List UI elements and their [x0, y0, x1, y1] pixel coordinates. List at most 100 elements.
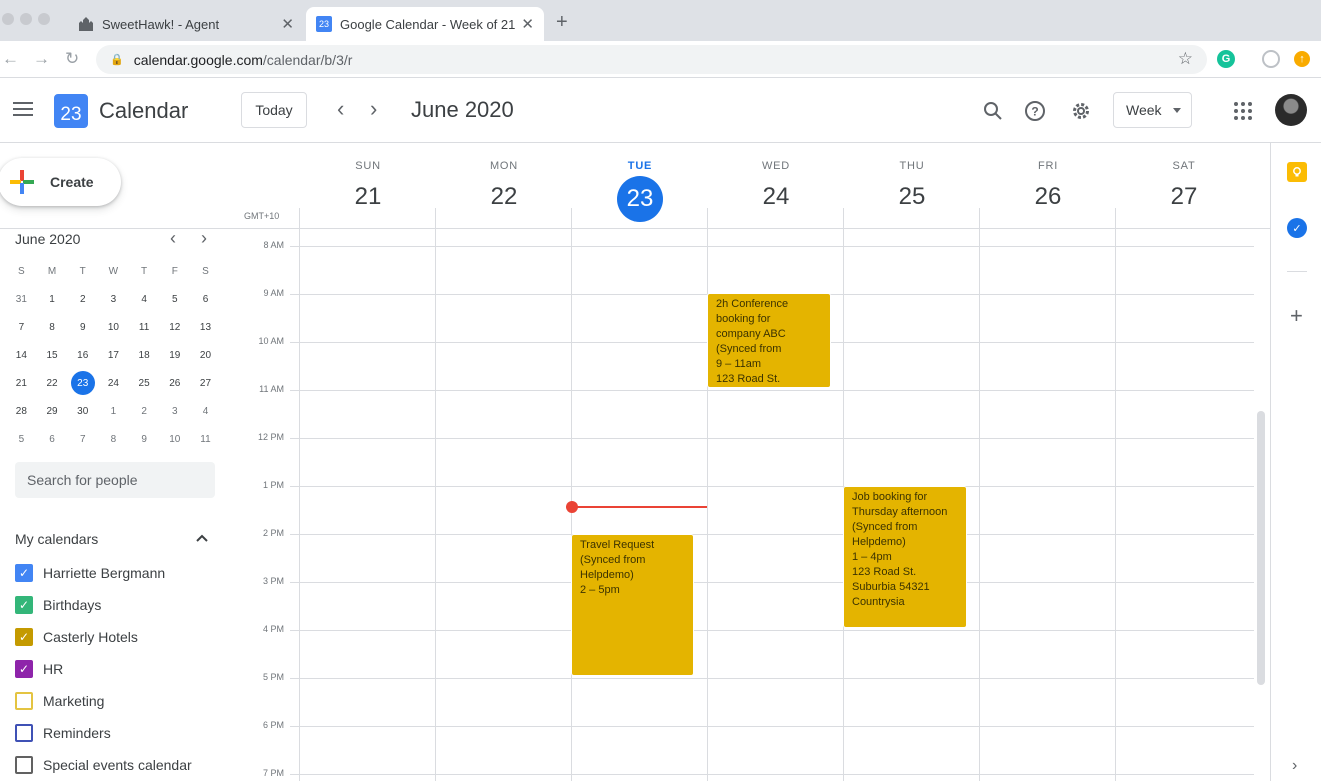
tab-google-calendar[interactable]: 23 Google Calendar - Week of 21 ✕ — [306, 7, 544, 41]
week-grid — [0, 228, 1270, 781]
url-path: /calendar/b/3/r — [262, 51, 353, 68]
day-number[interactable]: 22 — [481, 178, 527, 224]
day-header[interactable]: MON 22 — [436, 143, 572, 224]
logo-day: 23 — [56, 103, 86, 126]
day-number[interactable]: 23 — [617, 176, 663, 222]
event-line: (Synced from — [852, 521, 918, 533]
event-line: 123 Road St. — [716, 373, 781, 385]
day-number[interactable]: 26 — [1025, 178, 1071, 224]
day-header[interactable]: THU 25 — [844, 143, 980, 224]
hour-line — [290, 774, 1254, 775]
hour-line — [290, 486, 1254, 487]
search-icon[interactable] — [981, 99, 1005, 123]
keep-icon[interactable] — [1287, 162, 1307, 182]
bookmark-star-icon[interactable]: ☆ — [1178, 49, 1193, 69]
add-addon-plus-icon[interactable]: + — [1290, 303, 1303, 329]
hour-line — [290, 246, 1254, 247]
event-line: Thursday afternoon — [852, 506, 948, 518]
event-line: Travel Request — [580, 539, 655, 551]
time-label: 11 AM — [259, 384, 284, 394]
hour-line — [290, 678, 1254, 679]
day-of-week-label: SAT — [1172, 160, 1196, 172]
event-line: booking for — [716, 313, 771, 325]
day-header[interactable]: WED 24 — [708, 143, 844, 224]
calendar-event[interactable]: Job booking for Thursday afternoon (Sync… — [843, 486, 967, 628]
previous-week-button[interactable]: ‹ — [337, 98, 344, 120]
calendar-header: 23 Calendar Today ‹ › June 2020 ? Week — [0, 79, 1321, 143]
day-of-week-label: MON — [489, 160, 519, 172]
event-line: Job booking for — [852, 491, 928, 503]
day-number[interactable]: 24 — [753, 178, 799, 224]
sweethawk-favicon-icon — [78, 16, 94, 32]
grid-scrollbar[interactable] — [1257, 411, 1265, 685]
grammarly-extension-icon[interactable]: G — [1217, 50, 1235, 68]
today-button[interactable]: Today — [241, 92, 307, 128]
tab-close-icon[interactable]: ✕ — [281, 15, 294, 33]
side-panel: ✓ + › — [1270, 143, 1321, 781]
time-label: 2 PM — [262, 528, 284, 538]
side-panel-divider — [1287, 271, 1307, 272]
dropdown-caret-icon — [1173, 108, 1181, 113]
time-label: 3 PM — [262, 576, 284, 586]
account-avatar[interactable] — [1275, 94, 1307, 126]
event-line: Helpdemo) — [852, 536, 906, 548]
day-of-week-label: WED — [761, 160, 791, 172]
day-header[interactable]: FRI 26 — [980, 143, 1116, 224]
window-minimize-dot[interactable] — [20, 13, 32, 25]
next-week-button[interactable]: › — [370, 98, 377, 120]
forward-arrow-icon[interactable]: → — [33, 49, 50, 69]
time-label: 5 PM — [262, 672, 284, 682]
create-button[interactable]: Create — [0, 158, 121, 206]
back-arrow-icon[interactable]: ← — [2, 49, 19, 69]
tab-close-icon[interactable]: ✕ — [521, 15, 534, 33]
current-time-line — [572, 506, 707, 508]
event-line: 123 Road St. — [852, 566, 917, 578]
event-line: Suburbia 54321 — [852, 581, 930, 593]
time-label: 4 PM — [262, 624, 284, 634]
settings-gear-icon[interactable] — [1069, 99, 1093, 123]
tab-sweethawk[interactable]: SweetHawk! - Agent ✕ — [68, 7, 304, 41]
hour-line — [290, 630, 1254, 631]
chevron-right-icon[interactable]: › — [1292, 757, 1297, 775]
event-line: (Synced from — [580, 554, 646, 566]
event-line: (Synced from — [716, 343, 782, 355]
app-name: Calendar — [99, 98, 189, 123]
day-header[interactable]: SAT 27 — [1116, 143, 1252, 224]
create-plus-icon — [10, 170, 34, 194]
hour-line — [290, 438, 1254, 439]
day-header[interactable]: SUN 21 — [300, 143, 436, 224]
event-line: Countrysia — [852, 596, 905, 608]
new-tab-button[interactable]: + — [556, 11, 568, 34]
day-header[interactable]: TUE 23 — [572, 143, 708, 222]
view-selector[interactable]: Week — [1113, 92, 1192, 128]
time-label: 6 PM — [262, 720, 284, 730]
event-line: 9 – 11am — [716, 358, 762, 370]
address-bar[interactable]: 🔒 calendar.google.com/calendar/b/3/r ☆ — [96, 45, 1207, 74]
main-menu-icon[interactable] — [13, 102, 33, 120]
event-line: 1 – 4pm — [852, 551, 892, 563]
window-close-dot[interactable] — [2, 13, 14, 25]
view-selector-label: Week — [1126, 102, 1162, 118]
create-label: Create — [50, 174, 94, 190]
time-label: 8 AM — [263, 240, 284, 250]
current-time-dot — [566, 501, 578, 513]
time-label: 1 PM — [262, 480, 284, 490]
reload-icon[interactable]: ↻ — [65, 49, 79, 69]
timezone-label: GMT+10 — [244, 211, 280, 221]
current-month-title: June 2020 — [411, 97, 514, 122]
calendar-event[interactable]: 2h Conference booking for company ABC (S… — [707, 293, 831, 388]
tab-title: SweetHawk! - Agent — [102, 16, 220, 32]
google-apps-icon[interactable] — [1234, 102, 1252, 120]
tasks-icon[interactable]: ✓ — [1287, 218, 1307, 238]
day-number[interactable]: 21 — [345, 178, 391, 224]
help-icon[interactable]: ? — [1023, 99, 1047, 123]
calendar-event[interactable]: Travel Request (Synced from Helpdemo) 2 … — [571, 534, 694, 676]
window-zoom-dot[interactable] — [38, 13, 50, 25]
hour-line — [290, 534, 1254, 535]
time-label: 7 PM — [262, 768, 284, 778]
day-of-week-label: SUN — [355, 160, 381, 172]
day-number[interactable]: 27 — [1161, 178, 1207, 224]
update-icon[interactable]: ↑ — [1294, 51, 1310, 67]
day-number[interactable]: 25 — [889, 178, 935, 224]
profile-icon[interactable] — [1262, 50, 1280, 68]
